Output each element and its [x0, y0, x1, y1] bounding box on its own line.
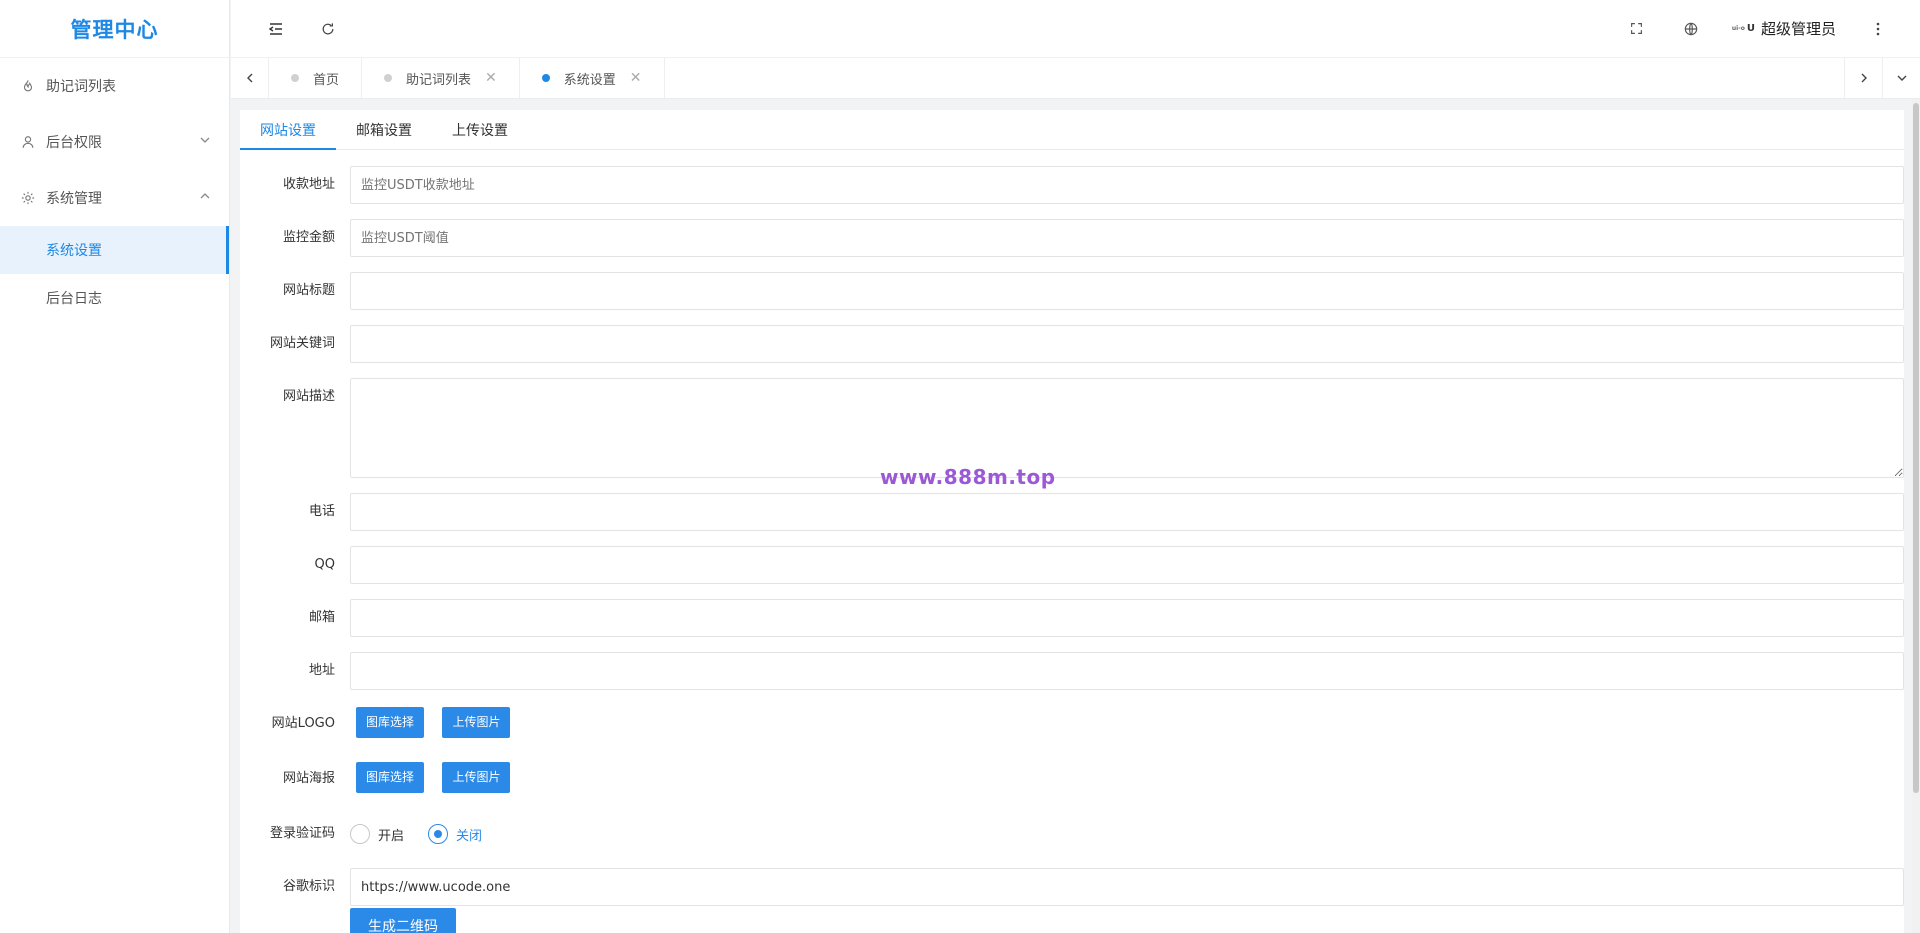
user-menu[interactable]: ui-o U 超级管理员: [1729, 18, 1836, 39]
field-label: 谷歌标识: [282, 879, 335, 894]
site-description-textarea[interactable]: [350, 378, 1904, 478]
form-row-email: 邮箱: [240, 599, 1904, 637]
watermark-text: www.888m.top: [880, 465, 1056, 489]
form-row-address: 地址: [240, 652, 1904, 690]
payment-address-input[interactable]: [350, 166, 1904, 204]
form-row-monitor-amount: 监控金额: [240, 219, 1904, 257]
form-row-qq: QQ: [240, 546, 1904, 584]
tabs-scroll-left-icon[interactable]: [231, 58, 269, 98]
chevron-up-icon: [199, 190, 211, 206]
captcha-radio-off[interactable]: 关闭: [428, 824, 482, 844]
site-title-input[interactable]: [350, 272, 1904, 310]
page-tabs-bar: 首页 助记词列表 ✕ 系统设置 ✕: [231, 58, 1920, 99]
settings-tabs: 网站设置 邮箱设置 上传设置: [240, 110, 1904, 150]
settings-card: 网站设置 邮箱设置 上传设置 收款地址 监控金额 网站标题 网站关键词 网站描述…: [240, 110, 1904, 933]
tab-home[interactable]: 首页: [269, 58, 363, 98]
sidebar-subitem-admin-logs[interactable]: 后台日志: [0, 274, 229, 322]
sidebar: 管理中心 助记词列表 后台权限 系统管理 系统设置 后台日志: [0, 0, 230, 933]
chevron-down-icon: [199, 134, 211, 150]
collapse-menu-icon[interactable]: [256, 9, 296, 49]
site-keywords-input[interactable]: [350, 325, 1904, 363]
top-header: ui-o U 超级管理员: [231, 0, 1920, 58]
tab-label: 首页: [313, 72, 340, 88]
tabs-scroll-right-icon[interactable]: [1844, 58, 1882, 98]
captcha-radio-group: 开启 关闭: [350, 815, 482, 853]
gear-icon: [20, 190, 36, 206]
field-label: 网站关键词: [269, 336, 335, 351]
logo-gallery-button[interactable]: 图库选择: [356, 707, 425, 738]
more-vertical-icon[interactable]: [1858, 9, 1898, 49]
form-row-site-description: 网站描述: [240, 378, 1904, 478]
monitor-amount-input[interactable]: [350, 219, 1904, 257]
tab-mnemonic-list[interactable]: 助记词列表 ✕: [362, 58, 520, 98]
field-label: 邮箱: [308, 610, 335, 625]
field-label: 网站描述: [282, 389, 335, 404]
tab-status-dot: [541, 74, 550, 82]
tab-status-dot: [384, 74, 393, 82]
tabs-dropdown-icon[interactable]: [1882, 58, 1920, 98]
tab-website-settings[interactable]: 网站设置: [240, 110, 336, 150]
tab-label: 系统设置: [563, 72, 616, 88]
form-row-site-keywords: 网站关键词: [240, 325, 1904, 363]
field-label: QQ: [314, 557, 335, 572]
sidebar-item-label: 后台权限: [46, 135, 102, 151]
tab-email-settings[interactable]: 邮箱设置: [336, 110, 432, 149]
app-logo-title: 管理中心: [0, 0, 229, 58]
captcha-radio-on[interactable]: 开启: [350, 824, 404, 844]
tab-system-settings[interactable]: 系统设置 ✕: [520, 58, 665, 98]
radio-circle: [350, 824, 370, 844]
poster-gallery-button[interactable]: 图库选择: [356, 762, 425, 793]
field-label: 监控金额: [282, 230, 335, 245]
fullscreen-icon[interactable]: [1617, 9, 1657, 49]
form-row-google-id: 谷歌标识: [240, 868, 1904, 906]
phone-input[interactable]: [350, 493, 1904, 531]
field-label: 电话: [308, 504, 335, 519]
sidebar-subitem-label: 系统设置: [46, 243, 102, 259]
sidebar-item-admin-permissions[interactable]: 后台权限: [0, 114, 229, 170]
form-row-login-captcha: 登录验证码 开启 关闭: [240, 815, 1904, 853]
form-row-phone: 电话: [240, 493, 1904, 531]
logo-upload-button[interactable]: 上传图片: [442, 707, 511, 738]
fire-icon: [20, 78, 36, 94]
sidebar-item-label: 系统管理: [46, 191, 102, 207]
language-globe-icon[interactable]: [1671, 9, 1711, 49]
field-label: 登录验证码: [269, 826, 335, 841]
scrollbar-thumb[interactable]: [1913, 103, 1919, 793]
email-input[interactable]: [350, 599, 1904, 637]
field-label: 网站海报: [282, 771, 335, 786]
radio-circle: [428, 824, 449, 844]
close-icon[interactable]: ✕: [485, 70, 497, 86]
sidebar-item-mnemonic-list[interactable]: 助记词列表: [0, 58, 229, 114]
avatar: ui-o U: [1731, 23, 1755, 34]
form-row-site-title: 网站标题: [240, 272, 1904, 310]
user-icon: [20, 134, 36, 150]
form-row-payment-address: 收款地址: [240, 166, 1904, 204]
form-row-site-logo: 网站LOGO 图库选择 上传图片: [240, 705, 1904, 743]
poster-upload-button[interactable]: 上传图片: [442, 762, 511, 793]
refresh-icon[interactable]: [308, 9, 348, 49]
field-label: 网站LOGO: [271, 716, 335, 731]
user-name: 超级管理员: [1760, 20, 1836, 38]
sidebar-item-label: 助记词列表: [46, 79, 116, 95]
generate-qr-button[interactable]: 生成二维码: [350, 908, 456, 933]
sidebar-subitem-system-settings[interactable]: 系统设置: [0, 226, 229, 274]
sidebar-subitem-label: 后台日志: [46, 291, 102, 307]
page-scrollbar[interactable]: [1912, 99, 1920, 933]
address-input[interactable]: [350, 652, 1904, 690]
tab-status-dot: [291, 74, 299, 82]
field-label: 收款地址: [282, 177, 335, 192]
close-icon[interactable]: ✕: [630, 70, 642, 86]
sidebar-item-system-management[interactable]: 系统管理: [0, 170, 229, 226]
form-row-site-poster: 网站海报 图库选择 上传图片: [240, 760, 1904, 798]
field-label: 网站标题: [282, 283, 335, 298]
qq-input[interactable]: [350, 546, 1904, 584]
tab-upload-settings[interactable]: 上传设置: [432, 110, 528, 149]
field-label: 地址: [308, 663, 335, 678]
google-id-input[interactable]: [350, 868, 1904, 906]
tab-label: 助记词列表: [406, 72, 472, 88]
